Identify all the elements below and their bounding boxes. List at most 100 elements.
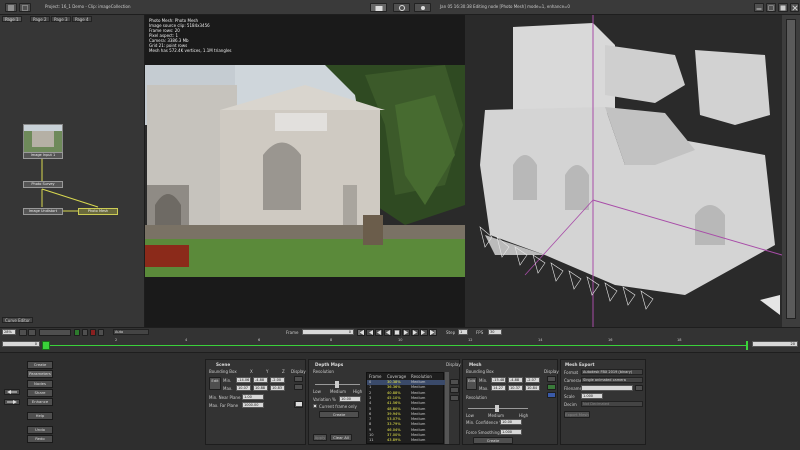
mesh-min-x[interactable]: -15.48 bbox=[491, 377, 506, 383]
step-field[interactable]: 1 bbox=[458, 329, 468, 335]
clear-all-button[interactable]: Clear All bbox=[330, 434, 352, 441]
timeline-start-field[interactable]: 0 bbox=[2, 341, 40, 347]
depth-table-row[interactable]: 3 45.10% Medium bbox=[367, 396, 445, 401]
depth-table-row[interactable]: 5 48.80% Medium bbox=[367, 407, 445, 412]
playhead[interactable] bbox=[42, 341, 50, 350]
depth-table-row[interactable]: 6 39.94% Medium bbox=[367, 412, 445, 417]
decim-select[interactable]: Not Decimated bbox=[581, 401, 643, 407]
scene-min-y[interactable]: -4.88 bbox=[253, 377, 268, 383]
depth-table-row[interactable]: 1 36.36% Medium bbox=[367, 385, 445, 390]
zoom-in-button[interactable] bbox=[28, 329, 36, 336]
step-forward-button[interactable] bbox=[411, 329, 419, 336]
scene-edit-button[interactable]: Edit bbox=[209, 377, 221, 390]
mesh-max-z[interactable]: 10.84 bbox=[525, 385, 540, 391]
share-button[interactable]: Share bbox=[27, 389, 53, 397]
play-back-button[interactable] bbox=[384, 329, 392, 336]
current-frame-checkbox[interactable] bbox=[313, 404, 317, 408]
resolution-slider-handle[interactable] bbox=[335, 381, 339, 388]
confidence-field[interactable]: 10.00 bbox=[500, 419, 522, 425]
go-start-button[interactable] bbox=[357, 329, 365, 336]
node-photo-survey[interactable]: Photo Survey bbox=[23, 181, 63, 188]
mesh-max-x[interactable]: 14.27 bbox=[491, 385, 506, 391]
menu-button[interactable] bbox=[5, 3, 17, 12]
timeline-track[interactable] bbox=[50, 345, 746, 346]
settings-button[interactable] bbox=[414, 3, 431, 12]
node-image-input[interactable]: Image Input 1 bbox=[23, 152, 63, 159]
mesh-create-button[interactable]: Create bbox=[473, 437, 513, 444]
stop-button[interactable] bbox=[393, 329, 401, 336]
next-key-button[interactable] bbox=[420, 329, 428, 336]
depth-table-row[interactable]: 11 43.89% Medium bbox=[367, 438, 445, 443]
layout-button[interactable] bbox=[19, 3, 31, 12]
timeline-end-field[interactable]: 20 bbox=[752, 341, 798, 347]
maximize-button[interactable] bbox=[766, 3, 776, 12]
depth-table-row[interactable]: 2 40.88% Medium bbox=[367, 391, 445, 396]
scale-field[interactable]: 1.000 bbox=[581, 393, 603, 399]
go-end-button[interactable] bbox=[429, 329, 437, 336]
format-select[interactable]: Autodesk FBX 2019 (binary) bbox=[581, 369, 643, 375]
arrow-left-button[interactable] bbox=[4, 389, 20, 395]
mesh-max-y[interactable]: 10.37 bbox=[508, 385, 523, 391]
mesh-min-z[interactable]: -2.07 bbox=[525, 377, 540, 383]
variation-field[interactable]: 10.00 bbox=[339, 396, 361, 402]
view-button[interactable] bbox=[370, 3, 387, 12]
step-back-button[interactable] bbox=[375, 329, 383, 336]
zoom-field[interactable]: 28% bbox=[2, 329, 16, 335]
curve-editor-tab[interactable]: Curve Editor bbox=[2, 317, 33, 323]
mesh-display-3[interactable] bbox=[547, 392, 556, 398]
scene-max-x[interactable]: 10.07 bbox=[236, 385, 251, 391]
scene-max-z[interactable]: 10.83 bbox=[270, 385, 285, 391]
depth-table-row[interactable]: 9 46.04% Medium bbox=[367, 428, 445, 433]
refresh-button[interactable] bbox=[393, 3, 410, 12]
scene-min-z[interactable]: -2.00 bbox=[270, 377, 285, 383]
vertical-scrollbar[interactable] bbox=[782, 15, 800, 327]
fullscreen-button[interactable] bbox=[778, 3, 788, 12]
depth-display-sel[interactable] bbox=[450, 387, 459, 393]
mesh-min-y[interactable]: -4.88 bbox=[508, 377, 523, 383]
green-toggle[interactable] bbox=[74, 329, 80, 336]
create-button[interactable]: Create bbox=[27, 361, 53, 369]
depth-table-row[interactable]: 0 30.38% Medium bbox=[367, 380, 445, 385]
browse-button[interactable] bbox=[635, 385, 643, 391]
depth-display-all[interactable] bbox=[450, 379, 459, 385]
cameras-select[interactable]: Single animated camera bbox=[581, 377, 643, 383]
zoom-out-button[interactable] bbox=[19, 329, 27, 336]
help-button[interactable]: Help bbox=[27, 412, 53, 420]
scroll-thumb[interactable] bbox=[786, 19, 796, 319]
depth-table-row[interactable]: 7 53.07% Medium bbox=[367, 417, 445, 422]
display-toggle-2[interactable] bbox=[294, 384, 303, 390]
prev-key-button[interactable] bbox=[366, 329, 374, 336]
mesh-edit-button[interactable]: Edit bbox=[466, 377, 477, 390]
parameters-button[interactable]: Parameters bbox=[27, 370, 53, 378]
nodes-button[interactable]: Nodes bbox=[27, 380, 53, 388]
export-mesh-button[interactable]: Export Mesh bbox=[564, 411, 590, 418]
depth-table[interactable]: Frame Coverage Resolution 0 30.38% Medium 1… bbox=[366, 372, 445, 444]
display-toggle-1[interactable] bbox=[294, 376, 303, 382]
toggle-b[interactable] bbox=[98, 329, 104, 336]
depth-create-button[interactable]: Create bbox=[319, 411, 359, 418]
image-viewer[interactable]: Photo Mesh: Photo Mesh Image source clip… bbox=[145, 15, 465, 327]
image-thumbnail[interactable] bbox=[23, 124, 63, 154]
frame-field[interactable]: 0 bbox=[302, 329, 354, 335]
far-plane-field[interactable]: 1000.00 bbox=[242, 402, 264, 408]
scene-min-x[interactable]: -14.06 bbox=[236, 377, 251, 383]
mesh-resolution-handle[interactable] bbox=[495, 405, 499, 412]
fps-field[interactable]: 30 bbox=[488, 329, 502, 335]
filename-field[interactable] bbox=[581, 385, 633, 391]
node-photo-mesh[interactable]: Photo Mesh bbox=[78, 208, 118, 215]
enhance-button[interactable]: Enhance bbox=[27, 398, 53, 406]
minimize-button[interactable] bbox=[754, 3, 764, 12]
mesh-display-2[interactable] bbox=[547, 384, 556, 390]
near-plane-field[interactable]: 1.00 bbox=[242, 394, 264, 400]
toggle-a[interactable] bbox=[82, 329, 88, 336]
scene-max-y[interactable]: 10.88 bbox=[253, 385, 268, 391]
node-image-undistort[interactable]: Image Undistort bbox=[23, 208, 63, 215]
depth-table-scrollbar[interactable] bbox=[445, 372, 449, 444]
depth-display-none[interactable] bbox=[450, 395, 459, 401]
mesh-display-1[interactable] bbox=[547, 376, 556, 382]
redo-button[interactable]: Redo bbox=[27, 435, 53, 443]
red-toggle[interactable] bbox=[90, 329, 96, 336]
arrow-right-button[interactable] bbox=[4, 399, 20, 405]
depth-table-row[interactable]: 8 33.79% Medium bbox=[367, 422, 445, 427]
display-mode-select[interactable]: Auto bbox=[113, 329, 149, 335]
